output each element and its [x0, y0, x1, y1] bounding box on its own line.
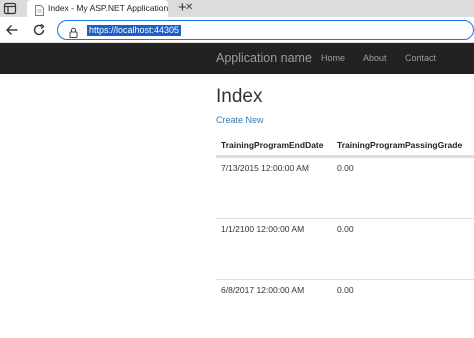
cell-end-date: 6/8/2017 12:00:00 AM	[221, 285, 305, 295]
column-header-end-date: TrainingProgramEndDate	[221, 140, 324, 150]
refresh-icon[interactable]	[32, 23, 46, 37]
page-favicon-icon	[35, 3, 44, 16]
page-title: Index	[216, 86, 263, 107]
cell-passing-grade: 0.00	[337, 285, 354, 295]
back-arrow-icon[interactable]	[5, 23, 19, 37]
data-table: TrainingProgramEndDate TrainingProgramPa…	[216, 131, 474, 338]
column-header-passing-grade: TrainingProgramPassingGrade	[337, 140, 463, 150]
tab-actions-icon[interactable]	[3, 2, 17, 15]
create-new-link[interactable]: Create New	[216, 115, 264, 125]
cell-passing-grade: 0.00	[337, 163, 354, 173]
browser-tab[interactable]: Index - My ASP.NET Application ✕	[27, 0, 193, 17]
table-row: 7/13/2015 12:00:00 AM 0.00	[216, 157, 474, 218]
lock-icon[interactable]	[68, 25, 79, 38]
url-text[interactable]: https://localhost:44305	[87, 25, 182, 36]
nav-link-contact[interactable]: Contact	[405, 53, 436, 63]
table-row: 1/1/2100 12:00:00 AM 0.00	[216, 218, 474, 279]
tab-title: Index - My ASP.NET Application	[48, 3, 169, 13]
nav-link-about[interactable]: About	[363, 53, 387, 63]
address-bar[interactable]: https://localhost:44305	[57, 20, 474, 40]
cell-end-date: 1/1/2100 12:00:00 AM	[221, 224, 305, 234]
table-header: TrainingProgramEndDate TrainingProgramPa…	[216, 131, 474, 157]
table-row: 6/8/2017 12:00:00 AM 0.00	[216, 279, 474, 338]
app-navbar: Application name Home About Contact	[0, 43, 474, 74]
cell-passing-grade: 0.00	[337, 224, 354, 234]
nav-link-home[interactable]: Home	[321, 53, 345, 63]
browser-toolbar: https://localhost:44305	[0, 17, 474, 43]
cell-end-date: 7/13/2015 12:00:00 AM	[221, 163, 309, 173]
brand-link[interactable]: Application name	[216, 51, 312, 65]
browser-tab-strip: Index - My ASP.NET Application ✕ +	[0, 0, 474, 17]
new-tab-button[interactable]: +	[178, 0, 187, 16]
